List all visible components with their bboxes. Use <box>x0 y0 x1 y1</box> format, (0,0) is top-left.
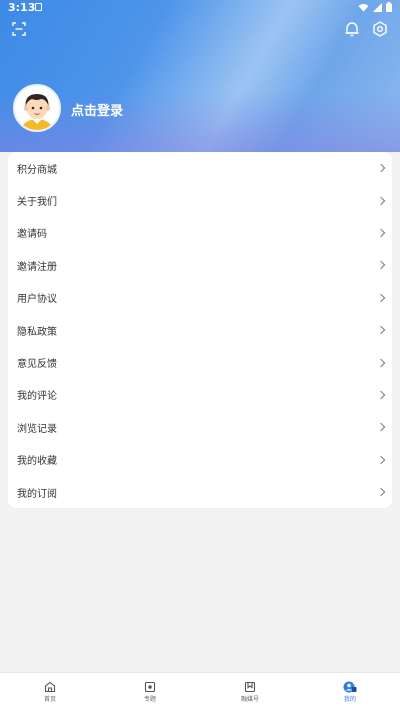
tab-home[interactable]: 首页 <box>0 673 100 712</box>
menu-item-points-mall[interactable]: 积分商城 <box>8 152 392 184</box>
tab-label: 我的 <box>343 696 356 703</box>
bell-icon[interactable] <box>344 20 360 38</box>
signal-icon <box>373 2 382 12</box>
menu-item-privacy-policy[interactable]: 隐私政策 <box>8 314 392 346</box>
chevron-right-icon <box>376 228 386 238</box>
settings-menu: 积分商城 关于我们 邀请码 邀请注册 用户协议 隐私政策 意见反馈 我的评论 浏… <box>8 152 392 509</box>
status-bar: 3:13 <box>0 0 400 16</box>
wifi-icon <box>358 3 369 11</box>
menu-item-invite-code[interactable]: 邀请码 <box>8 217 392 249</box>
menu-item-my-comments[interactable]: 我的评论 <box>8 379 392 411</box>
profile-header <box>0 0 400 152</box>
chevron-right-icon <box>376 261 386 270</box>
tab-label: 融媒号 <box>240 696 259 703</box>
chevron-right-icon <box>376 293 386 302</box>
login-link[interactable]: 点击登录 <box>71 100 123 119</box>
chevron-right-icon <box>376 358 386 367</box>
menu-item-browse-history[interactable]: 浏览记录 <box>8 411 392 443</box>
tab-topics[interactable]: 专题 <box>100 673 200 712</box>
menu-item-label: 隐私政策 <box>17 326 57 338</box>
bottom-tab-bar: 首页 专题 融媒号 我的 <box>0 672 400 712</box>
home-icon <box>44 681 56 693</box>
status-icons <box>358 2 392 12</box>
chevron-right-icon <box>376 325 386 335</box>
boy-avatar-icon <box>15 86 59 130</box>
gear-icon[interactable] <box>372 20 388 38</box>
menu-item-label: 浏览记录 <box>17 423 57 435</box>
chevron-right-icon <box>376 455 386 464</box>
notification-icon <box>35 3 42 11</box>
menu-item-my-favorites[interactable]: 我的收藏 <box>8 444 392 476</box>
menu-item-label: 积分商城 <box>17 164 57 176</box>
chevron-right-icon <box>376 390 386 400</box>
menu-item-my-subscriptions[interactable]: 我的订阅 <box>8 476 392 508</box>
tab-media-account[interactable]: 融媒号 <box>200 673 300 712</box>
menu-item-label: 意见反馈 <box>17 359 57 371</box>
menu-item-label: 我的收藏 <box>17 456 57 468</box>
chevron-right-icon <box>376 423 386 432</box>
tab-label: 首页 <box>43 696 56 703</box>
scan-icon[interactable] <box>12 22 26 36</box>
menu-item-label: 我的订阅 <box>17 488 57 500</box>
menu-item-user-agreement[interactable]: 用户协议 <box>8 282 392 314</box>
bookmark-icon <box>244 681 256 693</box>
chevron-right-icon <box>376 163 386 173</box>
menu-item-invite-register[interactable]: 邀请注册 <box>8 249 392 281</box>
profile-icon <box>343 681 357 693</box>
chevron-right-icon <box>376 196 386 205</box>
menu-item-about-us[interactable]: 关于我们 <box>8 184 392 216</box>
menu-item-feedback[interactable]: 意见反馈 <box>8 346 392 378</box>
status-time: 3:13 <box>8 1 36 14</box>
menu-item-label: 邀请注册 <box>17 261 57 273</box>
menu-item-label: 关于我们 <box>17 197 57 209</box>
battery-icon <box>386 2 392 12</box>
menu-item-label: 用户协议 <box>17 294 57 306</box>
menu-item-label: 我的评论 <box>17 391 57 403</box>
avatar[interactable] <box>13 84 61 132</box>
tab-label: 专题 <box>143 696 156 703</box>
tab-mine[interactable]: 我的 <box>300 673 400 712</box>
menu-item-label: 邀请码 <box>17 229 47 241</box>
topic-icon <box>144 681 156 693</box>
chevron-right-icon <box>376 487 386 497</box>
